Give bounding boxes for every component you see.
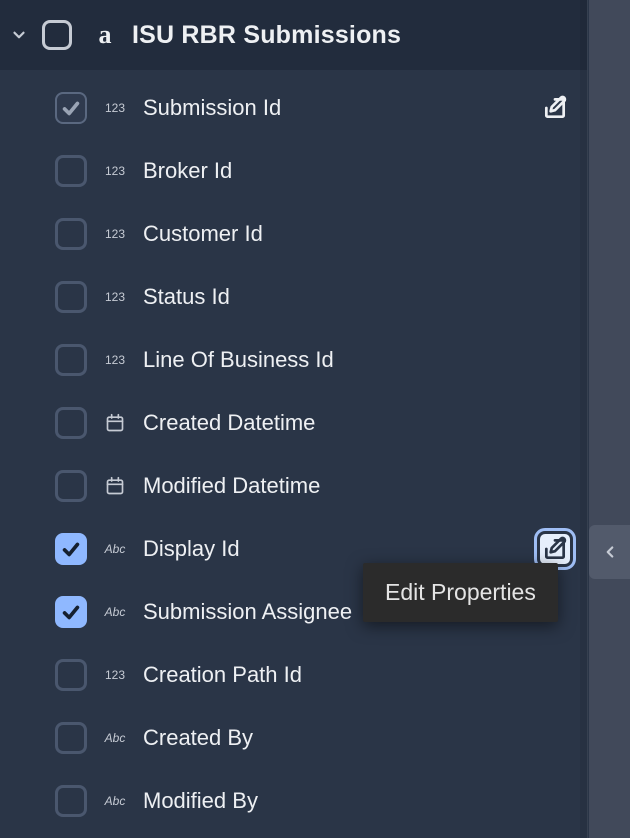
field-checkbox[interactable]	[55, 596, 87, 628]
field-label: Status Id	[143, 284, 573, 310]
type-text-icon: Abc	[101, 605, 129, 619]
edit-properties-button[interactable]	[537, 90, 573, 126]
calendar-icon	[105, 413, 125, 433]
type-text-icon: Abc	[101, 731, 129, 745]
tooltip-edit-properties: Edit Properties	[363, 563, 558, 622]
collapse-panel-tab[interactable]	[589, 525, 630, 579]
field-row-customer-id[interactable]: 123 Customer Id	[0, 202, 587, 265]
field-row-status-id[interactable]: 123 Status Id	[0, 265, 587, 328]
type-number-icon: 123	[101, 290, 129, 304]
field-label: Display Id	[143, 536, 523, 562]
right-gutter	[589, 0, 630, 838]
type-number-icon: 123	[101, 164, 129, 178]
type-number-icon: 123	[101, 227, 129, 241]
fields-panel: a ISU RBR Submissions 123Submission Id12…	[0, 0, 588, 838]
field-label: Modified Datetime	[143, 473, 573, 499]
type-number-icon: 123	[101, 353, 129, 367]
field-list: 123 Submission Id 123 Broker Id 123 Customer …	[0, 70, 587, 832]
field-row-creation-path-id[interactable]: 123 Creation Path Id	[0, 643, 587, 706]
table-header: a ISU RBR Submissions	[0, 0, 587, 70]
field-row-line-of-business-id[interactable]: 123 Line Of Business Id	[0, 328, 587, 391]
chevron-down-icon[interactable]	[10, 26, 28, 44]
calendar-icon	[105, 476, 125, 496]
field-label: Broker Id	[143, 158, 573, 184]
edit-properties-button[interactable]	[537, 531, 573, 567]
field-checkbox[interactable]	[55, 659, 87, 691]
type-number-icon: 123	[101, 101, 129, 115]
field-checkbox[interactable]	[55, 92, 87, 124]
field-checkbox[interactable]	[55, 155, 87, 187]
field-checkbox[interactable]	[55, 281, 87, 313]
field-row-broker-id[interactable]: 123 Broker Id	[0, 139, 587, 202]
table-title: ISU RBR Submissions	[132, 21, 401, 50]
field-label: Created By	[143, 725, 573, 751]
select-all-checkbox[interactable]	[42, 20, 72, 50]
field-row-modified-datetime[interactable]: Modified Datetime	[0, 454, 587, 517]
type-text-icon: Abc	[101, 542, 129, 556]
type-text-icon: Abc	[101, 794, 129, 808]
field-row-modified-by[interactable]: Abc Modified By	[0, 769, 587, 832]
field-checkbox[interactable]	[55, 722, 87, 754]
field-label: Customer Id	[143, 221, 573, 247]
table-icon: a	[92, 22, 118, 48]
field-row-created-datetime[interactable]: Created Datetime	[0, 391, 587, 454]
field-row-created-by[interactable]: Abc Created By	[0, 706, 587, 769]
field-checkbox[interactable]	[55, 218, 87, 250]
field-checkbox[interactable]	[55, 407, 87, 439]
field-label: Submission Id	[143, 95, 523, 121]
type-number-icon: 123	[101, 668, 129, 682]
field-row-submission-id[interactable]: 123 Submission Id	[0, 76, 587, 139]
field-checkbox[interactable]	[55, 470, 87, 502]
field-checkbox[interactable]	[55, 533, 87, 565]
scrollbar[interactable]	[580, 0, 588, 838]
field-label: Modified By	[143, 788, 573, 814]
field-checkbox[interactable]	[55, 344, 87, 376]
field-label: Created Datetime	[143, 410, 573, 436]
field-checkbox[interactable]	[55, 785, 87, 817]
field-label: Line Of Business Id	[143, 347, 573, 373]
field-label: Creation Path Id	[143, 662, 573, 688]
